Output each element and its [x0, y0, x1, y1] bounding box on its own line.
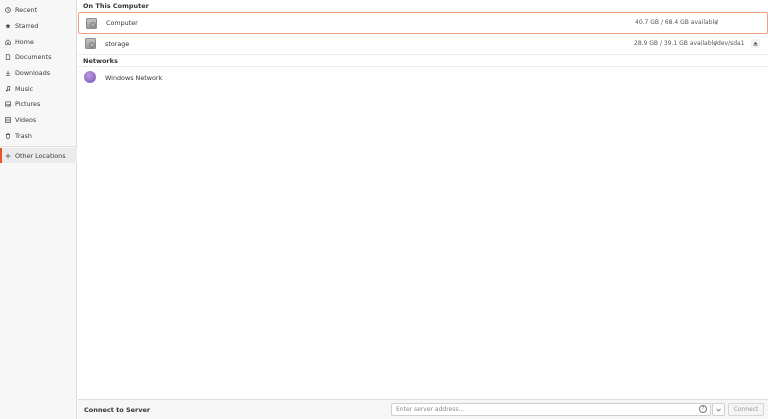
sidebar-item-label: Trash	[15, 131, 32, 140]
music-icon	[5, 85, 11, 92]
star-icon	[5, 22, 11, 29]
sidebar-item-downloads[interactable]: Downloads	[0, 65, 77, 80]
sidebar-item-videos[interactable]: Videos	[0, 112, 77, 127]
trash-icon	[5, 132, 11, 139]
drive-name: Computer	[106, 19, 138, 27]
sidebar-item-label: Pictures	[15, 99, 41, 108]
network-row-windows-network[interactable]: Windows Network	[78, 68, 768, 87]
recent-servers-dropdown-button[interactable]	[712, 403, 725, 416]
sidebar-item-documents[interactable]: Documents	[0, 49, 77, 64]
network-icon	[84, 71, 96, 83]
section-title-on-this-computer: On This Computer	[83, 2, 149, 10]
sidebar-item-label: Music	[15, 84, 34, 93]
clock-icon	[5, 6, 11, 13]
eject-icon	[753, 41, 758, 46]
chevron-down-icon	[716, 408, 721, 411]
row-divider	[78, 54, 768, 55]
drive-row-computer[interactable]: Computer 40.7 GB / 68.4 GB available /	[78, 12, 768, 34]
sidebar-item-trash[interactable]: Trash	[0, 128, 77, 143]
document-icon	[5, 53, 11, 60]
hard-drive-icon	[85, 38, 96, 49]
sidebar-item-label: Downloads	[15, 68, 51, 77]
sidebar-item-recent[interactable]: Recent	[0, 2, 77, 17]
file-manager-window: Recent Starred Home Documents Downloads	[0, 0, 768, 419]
connect-to-server-bar: Connect to Server ? Connect	[78, 399, 768, 419]
sidebar-item-label: Starred	[15, 21, 39, 30]
drive-row-storage[interactable]: storage 28.9 GB / 39.1 GB available /dev…	[78, 34, 768, 54]
sidebar-item-pictures[interactable]: Pictures	[0, 96, 77, 111]
sidebar-item-label: Videos	[15, 115, 37, 124]
help-icon[interactable]: ?	[699, 405, 707, 413]
picture-icon	[5, 101, 11, 107]
network-name: Windows Network	[105, 74, 163, 82]
drive-mount-point: /	[716, 19, 719, 26]
sidebar-item-starred[interactable]: Starred	[0, 18, 77, 33]
hard-drive-icon	[86, 18, 97, 29]
sidebar-item-label: Home	[15, 37, 34, 46]
sidebar-divider	[0, 146, 77, 147]
download-icon	[5, 70, 11, 76]
sidebar-item-music[interactable]: Music	[0, 81, 77, 96]
eject-button[interactable]	[751, 39, 760, 48]
drive-usage: 28.9 GB / 39.1 GB available	[634, 40, 717, 47]
drive-mount-point: /dev/sda1	[715, 40, 745, 47]
row-divider	[78, 66, 768, 67]
sidebar-item-other-locations[interactable]: Other Locations	[0, 148, 77, 163]
home-icon	[5, 38, 11, 45]
sidebar-item-label: Other Locations	[15, 151, 66, 160]
plus-icon	[5, 153, 11, 159]
sidebar: Recent Starred Home Documents Downloads	[0, 0, 77, 419]
section-title-networks: Networks	[83, 57, 118, 65]
connect-button[interactable]: Connect	[728, 403, 764, 416]
sidebar-item-label: Documents	[15, 52, 52, 61]
video-icon	[5, 116, 11, 123]
drive-usage: 40.7 GB / 68.4 GB available	[635, 19, 718, 26]
sidebar-item-home[interactable]: Home	[0, 34, 77, 49]
sidebar-item-label: Recent	[15, 5, 38, 14]
connect-to-server-label: Connect to Server	[84, 406, 151, 414]
server-address-input[interactable]	[391, 403, 711, 416]
drive-name: storage	[105, 40, 130, 48]
